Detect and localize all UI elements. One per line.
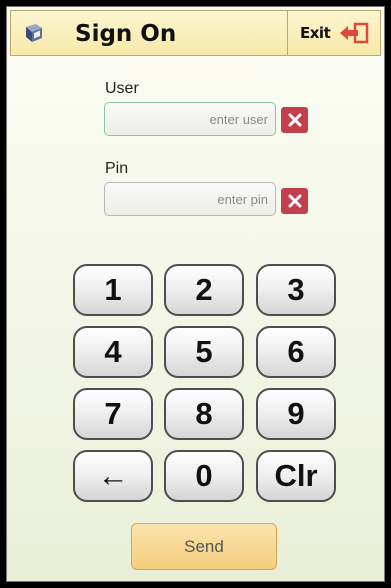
key-6[interactable]: 6 [256, 326, 336, 378]
clear-key[interactable]: Clr [256, 450, 336, 502]
key-5[interactable]: 5 [164, 326, 244, 378]
close-icon [288, 113, 301, 127]
pin-input[interactable] [104, 182, 276, 216]
key-2[interactable]: 2 [164, 264, 244, 316]
title-bar: Sign On Exit [10, 10, 381, 56]
clear-pin-button[interactable] [281, 188, 308, 214]
key-1[interactable]: 1 [73, 264, 153, 316]
key-9[interactable]: 9 [256, 388, 336, 440]
clear-user-button[interactable] [281, 107, 308, 133]
user-label: User [105, 80, 139, 97]
close-icon [288, 194, 301, 208]
key-7[interactable]: 7 [73, 388, 153, 440]
page-title: Sign On [75, 21, 177, 47]
exit-button[interactable]: Exit [287, 11, 380, 55]
send-button[interactable]: Send [131, 523, 277, 570]
exit-arrow-icon [340, 22, 369, 44]
key-4[interactable]: 4 [73, 326, 153, 378]
pin-label: Pin [105, 160, 129, 177]
key-8[interactable]: 8 [164, 388, 244, 440]
book-icon [26, 24, 42, 42]
user-input[interactable] [104, 102, 276, 136]
key-3[interactable]: 3 [256, 264, 336, 316]
exit-label: Exit [300, 24, 331, 42]
backspace-key[interactable]: ← [73, 450, 153, 502]
key-0[interactable]: 0 [164, 450, 244, 502]
